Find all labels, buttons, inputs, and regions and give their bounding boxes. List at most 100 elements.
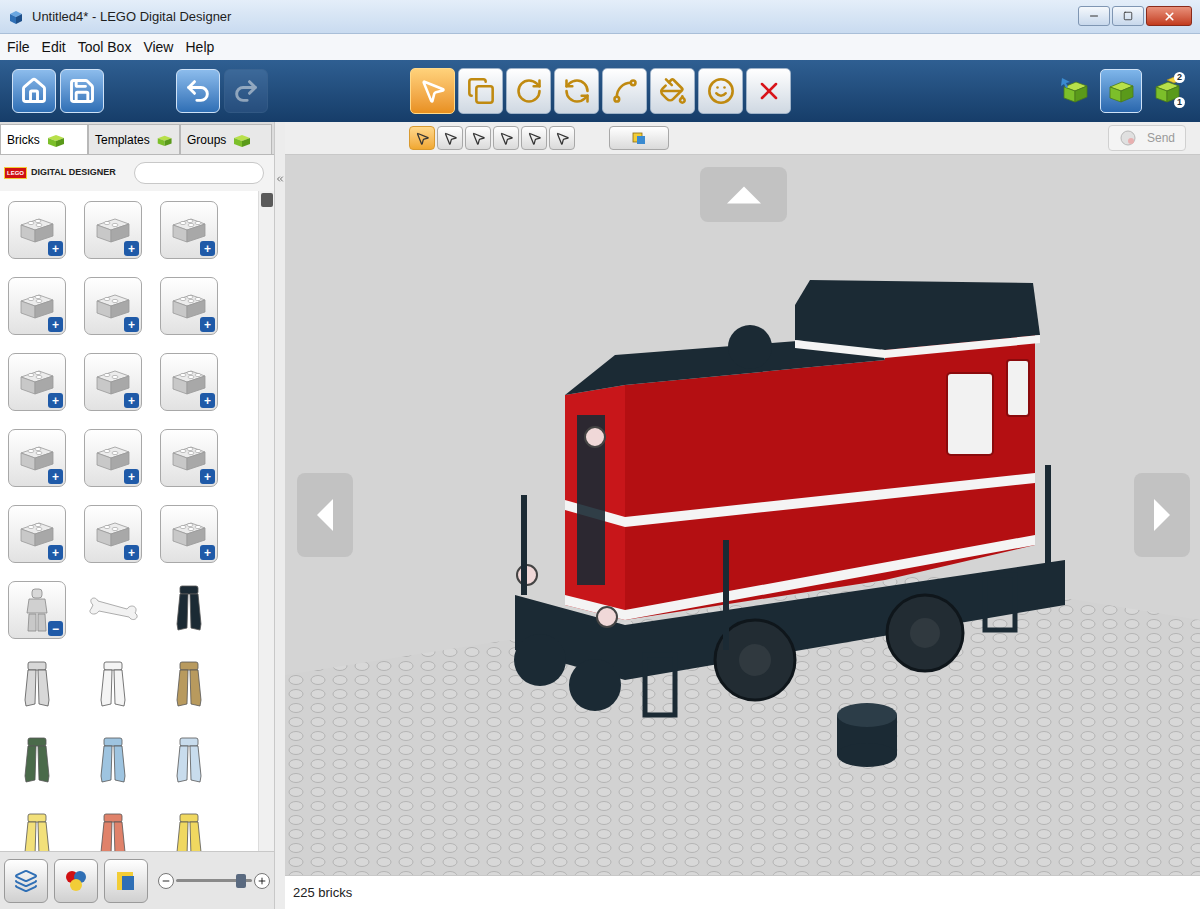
minimize-icon bbox=[1088, 10, 1100, 22]
view-filter-button[interactable] bbox=[104, 859, 148, 903]
brick-part-button[interactable] bbox=[84, 581, 142, 639]
minifig-legs-icon bbox=[98, 812, 128, 851]
zoom-out-button[interactable] bbox=[158, 873, 174, 889]
main-toolbar: 21 bbox=[0, 60, 1200, 122]
brick-part-button[interactable] bbox=[84, 809, 142, 851]
hide-tool-button[interactable] bbox=[698, 68, 743, 114]
maximize-button[interactable] bbox=[1112, 6, 1144, 26]
brick-count: 225 bricks bbox=[293, 883, 352, 903]
shape-selection-button[interactable] bbox=[493, 126, 519, 150]
panel-collapse-strip[interactable] bbox=[275, 122, 285, 909]
collapse-all-button[interactable] bbox=[4, 859, 48, 903]
delete-tool-button[interactable] bbox=[746, 68, 791, 114]
home-button[interactable] bbox=[12, 69, 56, 113]
color-shape-selection-button[interactable] bbox=[521, 126, 547, 150]
brick-category-button[interactable]: + bbox=[8, 353, 66, 411]
minimize-button[interactable] bbox=[1078, 6, 1110, 26]
brick-category-button[interactable]: + bbox=[160, 505, 218, 563]
scrollbar-thumb[interactable] bbox=[261, 193, 273, 207]
brick-part-button[interactable] bbox=[160, 657, 218, 715]
filter-selection-button[interactable] bbox=[609, 126, 669, 150]
menu-item[interactable]: Help bbox=[180, 37, 219, 58]
flex-tool-button[interactable] bbox=[602, 68, 647, 114]
category-badge: + bbox=[200, 469, 215, 484]
paint-tool-button[interactable] bbox=[650, 68, 695, 114]
category-badge: − bbox=[48, 621, 63, 636]
title-bar: Untitled4* - LEGO Digital Designer bbox=[0, 0, 1200, 34]
menu-item[interactable]: Tool Box bbox=[73, 37, 137, 58]
brick-search-input[interactable] bbox=[134, 162, 264, 184]
view-mode-icon bbox=[1106, 76, 1136, 106]
brick-category-button[interactable]: + bbox=[8, 201, 66, 259]
loose-brick[interactable] bbox=[837, 703, 897, 767]
redo-icon bbox=[232, 77, 260, 105]
zoom-in-button[interactable] bbox=[254, 873, 270, 889]
send-button[interactable]: Send bbox=[1108, 125, 1186, 151]
brick-category-button[interactable]: + bbox=[84, 429, 142, 487]
save-button[interactable] bbox=[60, 69, 104, 113]
hinge-tool-button[interactable] bbox=[506, 68, 551, 114]
brick-category-button[interactable]: + bbox=[160, 353, 218, 411]
color-selection-button[interactable] bbox=[465, 126, 491, 150]
connected-selection-button[interactable] bbox=[437, 126, 463, 150]
hinge-align-icon bbox=[563, 77, 591, 105]
build-mode-button[interactable] bbox=[1054, 69, 1096, 113]
category-badge: + bbox=[48, 393, 63, 408]
brick-category-button[interactable]: + bbox=[84, 277, 142, 335]
palette-tabs: BricksTemplatesGroups bbox=[0, 122, 274, 155]
undo-button[interactable] bbox=[176, 69, 220, 113]
redo-button[interactable] bbox=[224, 69, 268, 113]
select-tool-button[interactable] bbox=[410, 68, 455, 114]
tab-brick-icon bbox=[232, 132, 252, 148]
zoom-in-icon bbox=[257, 876, 267, 886]
clone-tool-button[interactable] bbox=[458, 68, 503, 114]
brick-part-button[interactable] bbox=[160, 809, 218, 851]
palette-tab[interactable]: Templates bbox=[88, 124, 180, 154]
menu-item[interactable]: Edit bbox=[37, 37, 71, 58]
minifig-legs-icon bbox=[174, 584, 204, 636]
canvas-scene[interactable] bbox=[285, 155, 1200, 875]
palette-scrollbar[interactable] bbox=[258, 191, 274, 851]
single-selection-button[interactable] bbox=[409, 126, 435, 150]
close-button[interactable] bbox=[1146, 6, 1192, 26]
brick-part-button[interactable] bbox=[160, 733, 218, 791]
paint-icon bbox=[659, 77, 687, 105]
brick-part-button[interactable] bbox=[84, 657, 142, 715]
brick-category-button[interactable]: + bbox=[84, 353, 142, 411]
color-filter-button[interactable] bbox=[54, 859, 98, 903]
view-mode-button[interactable] bbox=[1100, 69, 1142, 113]
brick-part-button[interactable] bbox=[8, 809, 66, 851]
brick-category-button[interactable]: + bbox=[160, 201, 218, 259]
locomotive-model[interactable] bbox=[514, 280, 1065, 715]
invert-selection-button[interactable] bbox=[549, 126, 575, 150]
build-canvas[interactable] bbox=[285, 155, 1200, 875]
brick-category-button[interactable]: + bbox=[84, 201, 142, 259]
palette-tab[interactable]: Bricks bbox=[0, 124, 88, 154]
nav-up-button[interactable] bbox=[700, 167, 787, 222]
collapse-icon bbox=[275, 174, 285, 184]
brick-category-button[interactable]: + bbox=[160, 429, 218, 487]
minifig-legs-icon bbox=[98, 660, 128, 712]
brick-part-button[interactable] bbox=[8, 733, 66, 791]
instructions-mode-button[interactable]: 21 bbox=[1146, 69, 1188, 113]
brick-category-button[interactable]: + bbox=[8, 505, 66, 563]
zoom-slider[interactable] bbox=[176, 873, 252, 889]
brick-part-button[interactable] bbox=[8, 657, 66, 715]
palette-tab[interactable]: Groups bbox=[180, 124, 272, 154]
brick-category-button[interactable]: + bbox=[8, 277, 66, 335]
brick-category-button[interactable]: + bbox=[160, 277, 218, 335]
brick-part-button[interactable] bbox=[160, 581, 218, 639]
brick-category-button[interactable]: − bbox=[8, 581, 66, 639]
nav-left-button[interactable] bbox=[297, 473, 353, 557]
shape-pointer-icon bbox=[499, 131, 514, 146]
zoom-slider-handle[interactable] bbox=[236, 874, 246, 888]
menu-item[interactable]: View bbox=[138, 37, 178, 58]
brick-category-button[interactable]: + bbox=[8, 429, 66, 487]
hinge-align-tool-button[interactable] bbox=[554, 68, 599, 114]
bone-icon bbox=[85, 595, 141, 625]
nav-right-button[interactable] bbox=[1134, 473, 1190, 557]
delete-icon bbox=[755, 77, 783, 105]
brick-category-button[interactable]: + bbox=[84, 505, 142, 563]
menu-item[interactable]: File bbox=[2, 37, 35, 58]
brick-part-button[interactable] bbox=[84, 733, 142, 791]
